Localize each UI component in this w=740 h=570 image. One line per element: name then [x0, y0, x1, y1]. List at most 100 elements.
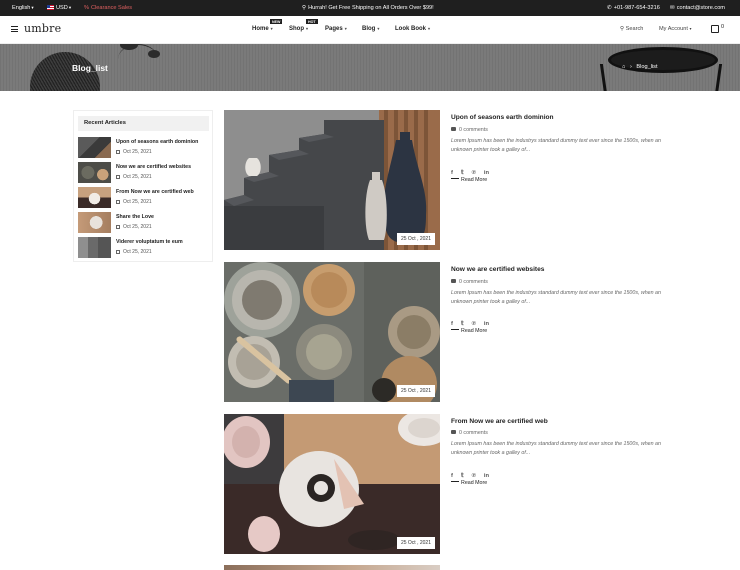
email-label: contact@store.com	[676, 5, 725, 11]
language-select[interactable]: English▾	[12, 0, 34, 16]
widget-heading: Recent Articles	[78, 116, 209, 131]
nav-item-pages[interactable]: Pages ▾	[325, 26, 347, 32]
recent-article-item[interactable]: Now we are certified websites Oct 25, 20…	[78, 162, 208, 184]
article-thumbnail[interactable]	[78, 187, 111, 208]
post-image[interactable]	[224, 565, 440, 570]
search-button[interactable]: ⚲ Search	[620, 26, 643, 32]
clearance-link[interactable]: % Clearance Sales	[84, 0, 132, 16]
post-excerpt: Lorem Ipsum has been the industrys stand…	[451, 138, 661, 153]
account-menu[interactable]: My Account ▾	[659, 26, 692, 32]
hamburger-menu-icon[interactable]	[11, 26, 18, 33]
read-more-line	[451, 481, 459, 482]
post-title[interactable]: Upon of seasons earth dominion	[451, 114, 554, 121]
facebook-icon[interactable]: f	[451, 170, 453, 176]
chevron-down-icon: ▾	[377, 26, 380, 31]
post-date-tag: 25 Oct , 2021	[396, 233, 435, 245]
article-thumbnail[interactable]	[78, 137, 111, 158]
post-comments[interactable]: 0 comments	[451, 279, 488, 285]
post-image[interactable]: 25 Oct , 2021	[224, 262, 440, 402]
calendar-icon	[116, 149, 120, 154]
currency-select[interactable]: USD▾	[47, 0, 71, 16]
nav-pages-label: Pages	[325, 26, 343, 32]
recent-article-item[interactable]: Upon of seasons earth dominion Oct 25, 2…	[78, 137, 208, 159]
post-comments[interactable]: 0 comments	[451, 430, 488, 436]
read-more-link[interactable]: Read More	[451, 177, 487, 183]
language-label: English	[12, 5, 31, 11]
article-title[interactable]: Upon of seasons earth dominion	[116, 139, 198, 145]
comments-count: 0 comments	[459, 279, 488, 285]
comments-count: 0 comments	[459, 127, 488, 133]
email-link[interactable]: ✉ contact@store.com	[670, 0, 725, 16]
nav-item-blog[interactable]: Blog ▾	[362, 26, 379, 32]
top-bar: English▾ USD▾ % Clearance Sales ⚲ Hurrah! …	[0, 0, 740, 16]
article-date-text: Oct 25, 2021	[123, 174, 152, 180]
linkedin-icon[interactable]: in	[484, 473, 489, 479]
nav-item-shop[interactable]: HOT Shop ▾	[289, 19, 318, 32]
nav-lookbook-label: Look Book	[395, 26, 426, 32]
stool-leg-decoration	[599, 64, 613, 91]
account-label: My Account	[659, 26, 688, 32]
twitter-icon[interactable]: 𝕥	[461, 473, 464, 479]
home-icon[interactable]: ⌂	[622, 64, 625, 70]
logo[interactable]: umbre	[24, 22, 61, 35]
article-title[interactable]: Viderer voluptatum te eum	[116, 239, 183, 245]
linkedin-icon[interactable]: in	[484, 170, 489, 176]
nav-blog-label: Blog	[362, 26, 376, 32]
promo-text: ⚲ Hurrah! Get Free Shipping on All Orders…	[302, 0, 434, 16]
nav-item-home[interactable]: NEW Home ▾	[252, 19, 283, 32]
main-nav: umbre NEW Home ▾ HOT Shop ▾ Pages ▾ Blog ▾ L…	[0, 16, 740, 44]
twitter-icon[interactable]: 𝕥	[461, 321, 464, 327]
nav-item-lookbook[interactable]: Look Book ▾	[395, 26, 430, 32]
article-title[interactable]: From Now we are certified web	[116, 189, 194, 195]
article-date-text: Oct 25, 2021	[123, 224, 152, 230]
article-title[interactable]: Share the Love	[116, 214, 154, 220]
article-title[interactable]: Now we are certified websites	[116, 164, 191, 170]
recent-article-item[interactable]: From Now we are certified web Oct 25, 20…	[78, 187, 208, 209]
social-share: f 𝕥 ℗ in	[451, 464, 497, 479]
calendar-icon	[116, 199, 120, 204]
pinterest-icon[interactable]: ℗	[472, 321, 476, 327]
post-date-tag: 25 Oct , 2021	[396, 537, 435, 549]
article-thumbnail[interactable]	[78, 212, 111, 233]
hot-badge: HOT	[306, 19, 318, 24]
article-thumbnail[interactable]	[78, 162, 111, 183]
post-title[interactable]: Now we are certified websites	[451, 266, 544, 273]
post-image[interactable]: 25 Oct , 2021	[224, 414, 440, 554]
stairs-vases-illustration	[224, 110, 440, 250]
phone-link[interactable]: ✆ +01-987-654-3216	[607, 0, 660, 16]
facebook-icon[interactable]: f	[451, 321, 453, 327]
pinterest-icon[interactable]: ℗	[472, 473, 476, 479]
stool-leg-decoration	[709, 64, 723, 91]
article-date-text: Oct 25, 2021	[123, 199, 152, 205]
mail-icon: ✉	[670, 5, 675, 11]
post-excerpt: Lorem Ipsum has been the industrys stand…	[451, 290, 661, 305]
comment-icon	[451, 430, 456, 434]
recent-article-item[interactable]: Viderer voluptatum te eum Oct 25, 2021	[78, 237, 208, 259]
article-date: Oct 25, 2021	[116, 224, 152, 230]
read-more-link[interactable]: Read More	[451, 328, 487, 334]
post-date-tag: 25 Oct , 2021	[396, 385, 435, 397]
cart-count: 0	[721, 24, 725, 30]
read-more-label: Read More	[461, 177, 488, 183]
cart-bag-icon[interactable]	[711, 25, 719, 33]
linkedin-icon[interactable]: in	[484, 321, 489, 327]
article-date: Oct 25, 2021	[116, 149, 152, 155]
chevron-down-icon: ▾	[344, 26, 347, 31]
page-title: Blog_list	[72, 63, 108, 73]
article-thumbnail[interactable]	[78, 237, 111, 258]
post-title[interactable]: From Now we are certified web	[451, 418, 548, 425]
calendar-icon	[116, 249, 120, 254]
article-date: Oct 25, 2021	[116, 199, 152, 205]
pinterest-icon[interactable]: ℗	[472, 170, 476, 176]
post-image[interactable]: 25 Oct , 2021	[224, 110, 440, 250]
kettle-illustration	[224, 414, 440, 554]
post-comments[interactable]: 0 comments	[451, 127, 488, 133]
read-more-link[interactable]: Read More	[451, 480, 487, 486]
article-date: Oct 25, 2021	[116, 249, 152, 255]
read-more-line	[451, 329, 459, 330]
recent-article-item[interactable]: Share the Love Oct 25, 2021	[78, 212, 208, 234]
twitter-icon[interactable]: 𝕥	[461, 170, 464, 176]
facebook-icon[interactable]: f	[451, 473, 453, 479]
comments-count: 0 comments	[459, 430, 488, 436]
nav-shop-label: Shop	[289, 26, 304, 32]
